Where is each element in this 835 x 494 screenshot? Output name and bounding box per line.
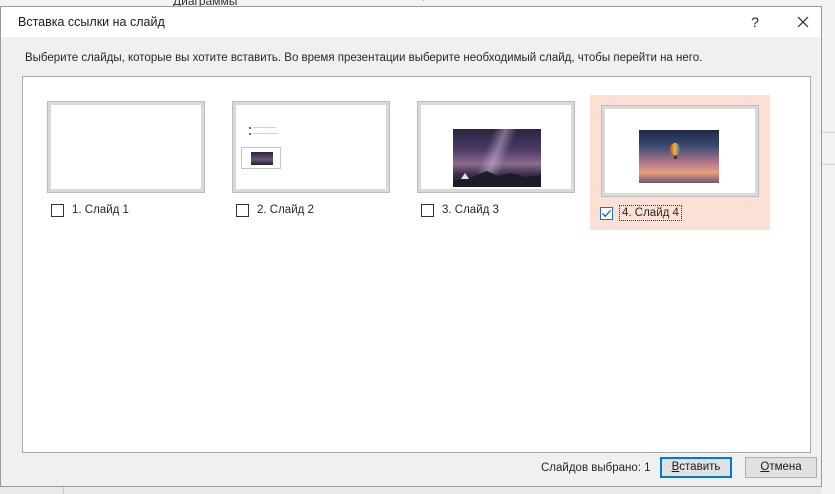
insert-slide-link-dialog: Вставка ссылки на слайд ? Выберите слайд… (0, 6, 822, 487)
cancel-button[interactable]: Отмена (745, 457, 817, 478)
close-icon (797, 16, 809, 28)
slide-item-4[interactable]: 4. Слайд 4 (590, 95, 770, 230)
help-button[interactable]: ? (738, 7, 772, 37)
balloon-image (639, 130, 719, 183)
slide-label: 3. Слайд 3 (442, 204, 499, 216)
slide-list: 1. Слайд 1 ──────── ───────── 2. Слайд 2 (22, 76, 811, 453)
dialog-titlebar: Вставка ссылки на слайд ? (1, 7, 821, 37)
cancel-label: тмена (769, 461, 802, 473)
instruction-text: Выберите слайды, которые вы хотите встав… (25, 52, 703, 64)
slide-link-list: ──────── ───────── (249, 125, 279, 137)
slide-checkbox[interactable] (51, 203, 64, 217)
slide-item-1[interactable]: 1. Слайд 1 (39, 91, 221, 229)
dialog-title: Вставка ссылки на слайд (18, 15, 165, 29)
slide-thumbnail[interactable] (601, 105, 759, 197)
insert-button[interactable]: Вставить (660, 457, 732, 478)
chart-icon (156, 0, 170, 14)
cancel-accel: О (760, 461, 770, 473)
background-panel (822, 0, 835, 494)
selected-count: Слайдов выбрано: 1 (541, 462, 651, 474)
slide-checkbox[interactable] (421, 203, 434, 217)
slide-label: 4. Слайд 4 (619, 205, 682, 221)
slide-image (241, 147, 281, 169)
checkmark-icon (602, 209, 612, 217)
slide-checkbox[interactable] (236, 203, 249, 217)
slide-thumbnail[interactable]: ──────── ───────── (232, 101, 390, 193)
background-divider (63, 486, 64, 494)
insert-label: ставить (679, 461, 721, 473)
help-icon: ? (751, 14, 759, 30)
slide-checkbox[interactable] (600, 206, 613, 220)
slide-label: 2. Слайд 2 (257, 204, 314, 216)
night-sky-image (453, 129, 541, 187)
slide-thumbnail[interactable] (47, 101, 205, 193)
slide-label: 1. Слайд 1 (72, 204, 129, 216)
slide-thumbnail[interactable] (417, 101, 575, 193)
slide-item-3[interactable]: 3. Слайд 3 (409, 91, 591, 229)
slide-item-2[interactable]: ──────── ───────── 2. Слайд 2 (224, 91, 406, 229)
chevron-down-icon: ▾ (421, 0, 426, 4)
close-button[interactable] (786, 7, 820, 37)
